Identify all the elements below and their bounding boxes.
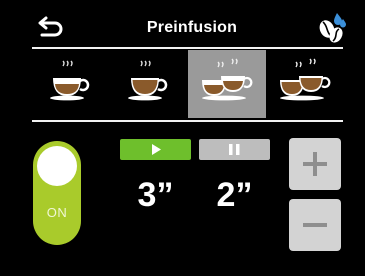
- preinfusion-screen: Preinfusion ON 3” 2”: [0, 0, 365, 276]
- single-cup-option[interactable]: [32, 50, 110, 118]
- double-cup-option[interactable]: [188, 50, 266, 118]
- minus-icon: [303, 223, 327, 227]
- single-cup-large-icon: [128, 60, 168, 101]
- plus-icon: [303, 152, 327, 176]
- cups-divider: [32, 120, 343, 122]
- play-time-value: 3”: [137, 176, 174, 214]
- single-cup-large-option[interactable]: [110, 50, 188, 118]
- decrease-button[interactable]: [289, 199, 341, 251]
- play-icon: [152, 144, 161, 155]
- toggle-knob[interactable]: [37, 146, 77, 186]
- header-bar: Preinfusion: [26, 8, 358, 48]
- page-title: Preinfusion: [146, 19, 238, 36]
- cup-selector: [32, 50, 343, 118]
- play-phase-button[interactable]: [120, 139, 191, 160]
- pause-icon: [229, 144, 240, 155]
- double-cup-large-icon: [280, 58, 331, 101]
- toggle-label: ON: [46, 205, 68, 220]
- single-cup-icon: [50, 60, 90, 101]
- double-cup-large-option[interactable]: [266, 50, 344, 118]
- pause-time-value: 2”: [216, 176, 253, 214]
- coffee-beans-water-icon: [319, 13, 346, 43]
- pause-phase-button[interactable]: [199, 139, 270, 160]
- on-off-toggle[interactable]: ON: [33, 141, 81, 245]
- double-cup-icon: [202, 58, 253, 101]
- increase-button[interactable]: [289, 138, 341, 190]
- beans-button[interactable]: [316, 10, 348, 44]
- header-divider: [32, 47, 343, 49]
